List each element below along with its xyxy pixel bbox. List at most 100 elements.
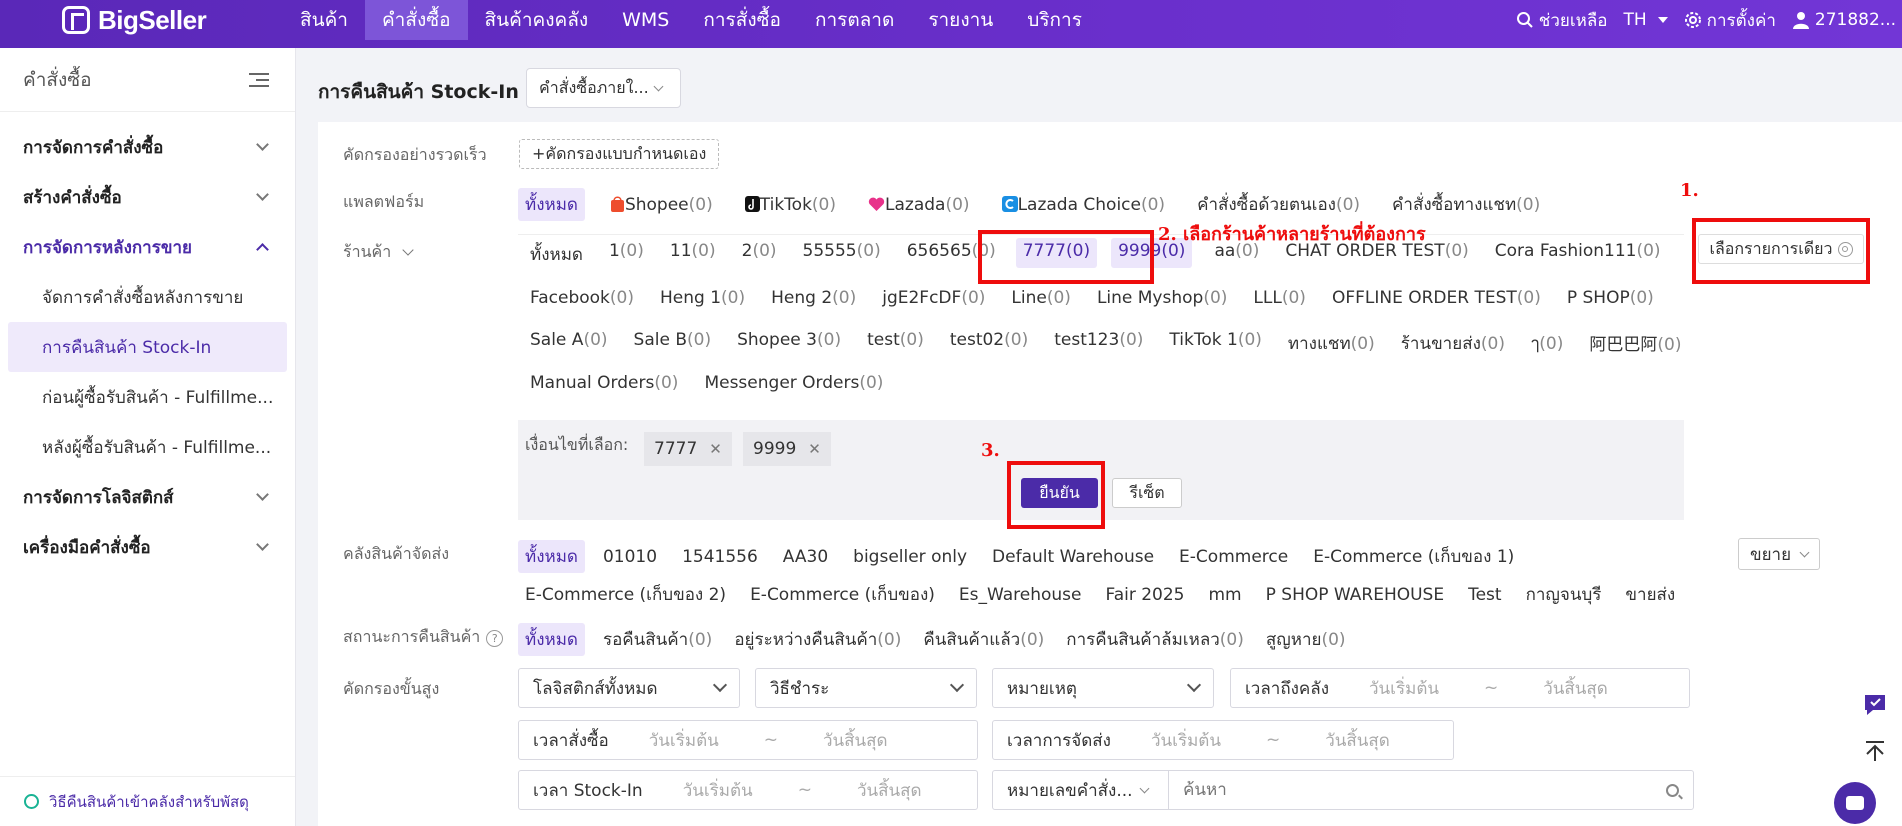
store-option[interactable]: 阿巴巴阿(0) [1589,330,1681,357]
store-option[interactable]: 1(0) [609,241,644,268]
warehouse-option[interactable]: ทั้งหมด [518,540,585,573]
warehouse-option[interactable]: Test [1468,582,1501,608]
store-option[interactable]: test(0) [867,330,924,357]
logistics-select[interactable]: โลจิสติกส์ทั้งหมด [518,668,740,708]
store-option[interactable]: 11(0) [670,241,716,268]
help-icon[interactable]: ? [486,630,504,647]
store-option[interactable]: ทั้งหมด [530,241,583,268]
sidebar-group-logistics[interactable]: การจัดการโลจิสติกส์ [0,472,295,522]
platform-lazada-choice[interactable]: Lazada Choice(0) [995,192,1173,218]
nav-inventory[interactable]: สินค้าคงคลัง [468,0,606,40]
warehouse-option[interactable]: Default Warehouse [992,544,1154,570]
warehouse-option[interactable]: 1541556 [682,544,758,570]
store-option[interactable]: Sale B(0) [634,330,712,357]
store-option[interactable]: Manual Orders(0) [530,373,678,393]
nav-marketing[interactable]: การตลาด [798,0,911,40]
warehouse-option[interactable]: กาญจนบุรี [1526,578,1602,611]
warehouse-option[interactable]: E-Commerce [1179,544,1288,570]
store-option[interactable]: ร้านขายส่ง(0) [1401,330,1505,357]
search-icon[interactable] [1666,783,1679,797]
order-type-select[interactable]: คำสั่งซื้อภายใ... [526,68,681,108]
sidebar-item-after-receipt[interactable]: หลังผู้ซื้อรับสินค้า - Fulfillme... [0,422,295,472]
nav-orders[interactable]: คำสั่งซื้อ [364,0,468,40]
close-icon[interactable]: ✕ [808,440,821,458]
sidebar-item-after-sales-orders[interactable]: จัดการคำสั่งซื้อหลังการขาย [0,272,295,322]
store-option[interactable]: OFFLINE ORDER TEST(0) [1332,288,1541,308]
language-select[interactable]: TH [1623,10,1668,30]
user-menu[interactable]: 271882... [1792,10,1896,30]
platform-chat[interactable]: คำสั่งซื้อทางแชท(0) [1385,188,1547,221]
store-option[interactable]: test02(0) [950,330,1028,357]
store-option[interactable]: LLL(0) [1253,288,1306,308]
store-option[interactable]: Facebook(0) [530,288,634,308]
sidebar-group-order-management[interactable]: การจัดการคำสั่งซื้อ [0,122,295,172]
stockin-time-range[interactable]: เวลา Stock-In วันเริ่มต้น ~ วันสิ้นสุด [518,770,978,810]
nav-products[interactable]: สินค้า [283,0,365,40]
warehouse-option[interactable]: E-Commerce (เก็บของ) [750,578,935,611]
nav-purchase[interactable]: การสั่งซื้อ [686,0,798,40]
help-link[interactable]: ช่วยเหลือ [1516,7,1607,34]
payment-select[interactable]: วิธีชำระ [755,668,977,708]
store-option[interactable]: TikTok 1(0) [1169,330,1261,357]
sidebar-group-order-tools[interactable]: เครื่องมือคำสั่งซื้อ [0,522,295,572]
platform-shopee[interactable]: Shopee(0) [603,192,720,218]
bigseller-logo[interactable]: BigSeller [62,0,207,40]
store-option[interactable]: Sale A(0) [530,330,608,357]
chat-support-button[interactable] [1834,782,1876,824]
note-select[interactable]: หมายเหตุ [992,668,1214,708]
collapse-menu-icon[interactable] [249,72,269,88]
nav-wms[interactable]: WMS [605,0,686,40]
status-option[interactable]: คืนสินค้าแล้ว(0) [923,623,1044,656]
status-option[interactable]: สูญหาย(0) [1266,623,1346,656]
store-option[interactable]: ๅ(0) [1531,330,1563,357]
store-option[interactable]: jgE2FcDF(0) [882,288,985,308]
platform-lazada[interactable]: Lazada(0) [861,192,977,218]
store-option[interactable]: Shopee 3(0) [737,330,841,357]
sidebar-item-before-receipt[interactable]: ก่อนผู้ซื้อรับสินค้า - Fulfillme... [0,372,295,422]
platform-tiktok[interactable]: TikTok(0) [738,192,843,218]
feedback-icon[interactable] [1862,692,1888,718]
order-time-range[interactable]: เวลาสั่งซื้อ วันเริ่มต้น ~ วันสิ้นสุด [518,720,978,760]
sidebar-footer-link[interactable]: วิธีคืนสินค้าเข้าคลังสำหรับพัสดุ [0,776,295,826]
sidebar-group-after-sales[interactable]: การจัดการหลังการขาย [0,222,295,272]
store-option[interactable]: Cora Fashion111(0) [1495,241,1661,268]
store-option[interactable]: Heng 2(0) [771,288,856,308]
sidebar-group-create-order[interactable]: สร้างคำสั่งซื้อ [0,172,295,222]
sidebar-item-return-stock-in[interactable]: การคืนสินค้า Stock-In [8,322,287,372]
store-option[interactable]: Line(0) [1011,288,1071,308]
platform-manual[interactable]: คำสั่งซื้อด้วยตนเอง(0) [1190,188,1367,221]
warehouse-option[interactable]: E-Commerce (เก็บของ 1) [1313,540,1514,573]
reset-button[interactable]: รีเซ็ต [1112,478,1182,508]
warehouse-option[interactable]: bigseller only [853,544,967,570]
store-option[interactable]: test123(0) [1054,330,1143,357]
warehouse-option[interactable]: ขายส่ง [1625,578,1675,611]
store-option[interactable]: Messenger Orders(0) [704,373,883,393]
store-option[interactable]: 55555(0) [803,241,881,268]
warehouse-option[interactable]: Es_Warehouse [959,582,1082,608]
status-option[interactable]: รอคืนสินค้า(0) [603,623,712,656]
store-option[interactable]: ทางแชท(0) [1288,330,1375,357]
warehouse-option[interactable]: P SHOP WAREHOUSE [1266,582,1444,608]
store-option[interactable]: Heng 1(0) [660,288,745,308]
warehouse-option[interactable]: Fair 2025 [1105,582,1184,608]
status-option[interactable]: ทั้งหมด [518,623,585,656]
nav-services[interactable]: บริการ [1010,0,1099,40]
back-to-top-icon[interactable] [1862,738,1888,764]
store-option[interactable]: 2(0) [742,241,777,268]
close-icon[interactable]: ✕ [709,440,722,458]
store-option[interactable]: Line Myshop(0) [1097,288,1227,308]
store-label[interactable]: ร้านค้า [343,240,414,265]
platform-all[interactable]: ทั้งหมด [518,188,585,221]
search-type-select[interactable]: หมายเลขคำสั่ง... [993,771,1169,809]
ship-time-range[interactable]: เวลาการจัดส่ง วันเริ่มต้น ~ วันสิ้นสุด [992,720,1454,760]
status-option[interactable]: อยู่ระหว่างคืนสินค้า(0) [734,623,901,656]
expand-button[interactable]: ขยาย [1738,538,1820,570]
warehouse-option[interactable]: 01010 [603,544,657,570]
settings-link[interactable]: การตั้งค่า [1684,7,1776,34]
arrive-time-range[interactable]: เวลาถึงคลัง วันเริ่มต้น ~ วันสิ้นสุด [1230,668,1690,708]
store-option[interactable]: P SHOP(0) [1567,288,1654,308]
search-input[interactable] [1169,771,1666,809]
warehouse-option[interactable]: mm [1209,582,1242,608]
nav-reports[interactable]: รายงาน [911,0,1010,40]
warehouse-option[interactable]: E-Commerce (เก็บของ 2) [525,578,726,611]
